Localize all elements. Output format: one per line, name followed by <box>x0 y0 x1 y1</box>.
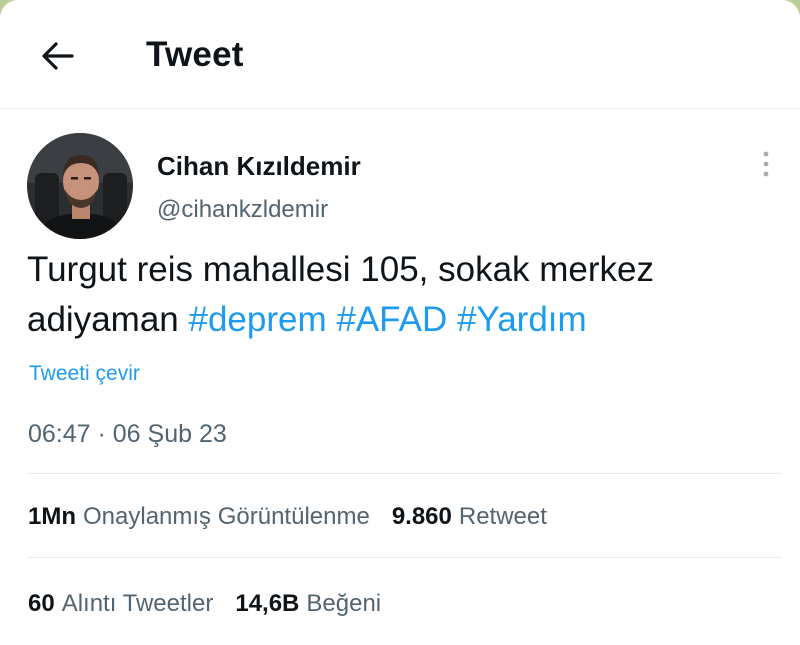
stats-row-views-retweets: 1Mn Onaylanmış Görüntülenme 9.860 Retwee… <box>28 503 569 531</box>
hashtag-afad[interactable]: #AFAD <box>336 300 447 339</box>
avatar[interactable] <box>27 133 133 239</box>
divider <box>27 557 782 558</box>
stat-views-label: Onaylanmış Görüntülenme <box>83 503 370 530</box>
stat-retweets[interactable]: 9.860 Retweet <box>392 503 547 531</box>
tweet-timestamp[interactable]: 06:47 · 06 Şub 23 <box>28 420 227 449</box>
stat-likes-value: 14,6B <box>235 590 300 617</box>
tweet-text: Turgut reis mahallesi 105, sokak merkez … <box>27 245 787 345</box>
tweet-detail-card: Tweet Cihan Kızıldemir @cihankzldemir Tu… <box>0 0 800 645</box>
divider <box>27 473 782 474</box>
stat-quote-tweets[interactable]: 60 Alıntı Tweetler <box>28 590 213 618</box>
stat-likes[interactable]: 14,6B Beğeni <box>235 590 381 618</box>
back-button[interactable] <box>36 36 80 76</box>
translate-tweet-link[interactable]: Tweeti çevir <box>29 362 140 386</box>
author-handle: @cihankzldemir <box>157 196 329 223</box>
stats-row-quotes-likes: 60 Alıntı Tweetler 14,6B Beğeni <box>28 590 403 618</box>
stat-views[interactable]: 1Mn Onaylanmış Görüntülenme <box>28 503 370 531</box>
stat-quote-tweets-value: 60 <box>28 590 55 617</box>
stat-quote-tweets-label: Alıntı Tweetler <box>61 590 214 617</box>
more-vertical-icon <box>763 151 769 177</box>
stat-views-value: 1Mn <box>28 503 76 530</box>
page-title: Tweet <box>146 35 244 74</box>
stat-likes-label: Beğeni <box>306 590 382 617</box>
top-app-bar: Tweet <box>0 0 800 109</box>
more-options-button[interactable] <box>752 146 780 182</box>
hashtag-yardim[interactable]: #Yardım <box>457 300 587 339</box>
author-display-name[interactable]: Cihan Kızıldemir <box>157 151 361 182</box>
avatar-photo <box>27 133 133 239</box>
stat-retweets-value: 9.860 <box>391 503 452 530</box>
arrow-left-icon <box>42 42 74 70</box>
hashtag-deprem[interactable]: #deprem <box>189 300 327 339</box>
stat-retweets-label: Retweet <box>458 503 547 530</box>
